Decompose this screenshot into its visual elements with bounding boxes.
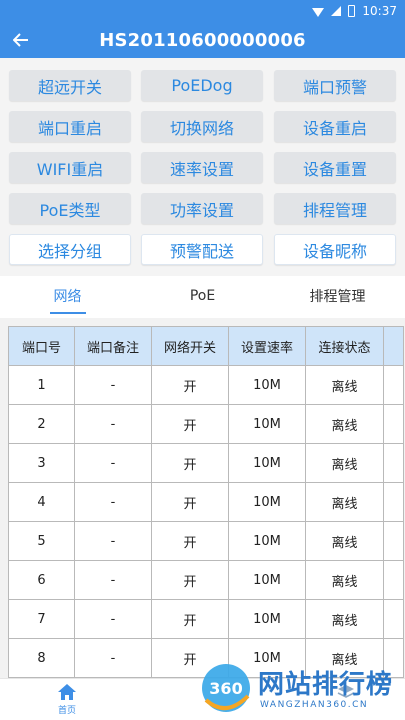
- tab-network[interactable]: 网络: [0, 276, 135, 316]
- network-switch[interactable]: 开: [151, 404, 229, 444]
- watermark-logo-text: 360: [209, 679, 242, 698]
- network-switch[interactable]: 开: [151, 482, 229, 522]
- port-number: 4: [8, 482, 75, 522]
- table-row[interactable]: 1 - 开 10M 离线: [8, 365, 404, 405]
- home-icon: [58, 684, 76, 700]
- row-overflow-cell: [383, 404, 404, 444]
- port-remark: -: [74, 560, 152, 600]
- row-overflow-cell: [383, 482, 404, 522]
- set-rate[interactable]: 10M: [228, 599, 306, 639]
- connection-status: 离线: [305, 560, 384, 600]
- page-title: HS20110600000006: [99, 29, 306, 51]
- port-remark: -: [74, 599, 152, 639]
- header-overflow: [383, 326, 404, 366]
- nav-home[interactable]: 首页: [37, 683, 97, 716]
- port-remark: -: [74, 521, 152, 561]
- signal-icon: [331, 6, 342, 16]
- port-remark: -: [74, 638, 152, 678]
- table-row[interactable]: 3 - 开 10M 离线: [8, 443, 404, 483]
- port-number: 5: [8, 521, 75, 561]
- watermark: 360 网站排行榜 WANGZHAN360.CN: [196, 656, 405, 720]
- port-remark: -: [74, 482, 152, 522]
- watermark-logo-icon: 360: [202, 664, 250, 712]
- battery-icon: [348, 5, 356, 17]
- header-port-remark: 端口备注: [74, 326, 152, 366]
- connection-status: 离线: [305, 521, 384, 561]
- watermark-url: WANGZHAN360.CN: [260, 700, 369, 710]
- header-set-rate: 设置速率: [228, 326, 306, 366]
- back-arrow-icon[interactable]: [10, 29, 32, 51]
- connection-status: 离线: [305, 482, 384, 522]
- port-number: 7: [8, 599, 75, 639]
- set-rate[interactable]: 10M: [228, 482, 306, 522]
- tab-bar: 网络 PoE 排程管理: [0, 276, 405, 316]
- port-number: 3: [8, 443, 75, 483]
- tab-poe[interactable]: PoE: [135, 276, 270, 316]
- port-table: 端口号 端口备注 网络开关 设置速率 连接状态 1 - 开 10M 离线 2 -…: [8, 326, 404, 678]
- table-row[interactable]: 6 - 开 10M 离线: [8, 560, 404, 600]
- table-row[interactable]: 4 - 开 10M 离线: [8, 482, 404, 522]
- network-switch[interactable]: 开: [151, 521, 229, 561]
- row-overflow-cell: [383, 599, 404, 639]
- row-overflow-cell: [383, 443, 404, 483]
- port-table-container[interactable]: 端口号 端口备注 网络开关 设置速率 连接状态 1 - 开 10M 离线 2 -…: [0, 318, 405, 678]
- connection-status: 离线: [305, 599, 384, 639]
- port-number: 8: [8, 638, 75, 678]
- port-number: 1: [8, 365, 75, 405]
- tab-schedule[interactable]: 排程管理: [270, 276, 405, 316]
- port-remark: -: [74, 404, 152, 444]
- table-row[interactable]: 5 - 开 10M 离线: [8, 521, 404, 561]
- network-switch[interactable]: 开: [151, 365, 229, 405]
- table-row[interactable]: 7 - 开 10M 离线: [8, 599, 404, 639]
- port-number: 6: [8, 560, 75, 600]
- nav-home-label: 首页: [57, 706, 76, 716]
- network-switch[interactable]: 开: [151, 443, 229, 483]
- status-time: 10:37: [362, 4, 397, 18]
- status-bar: 10:37: [0, 0, 405, 22]
- network-switch[interactable]: 开: [151, 599, 229, 639]
- row-overflow-cell: [383, 365, 404, 405]
- app-bar: HS20110600000006: [0, 22, 405, 58]
- wifi-icon: [312, 7, 325, 17]
- connection-status: 离线: [305, 443, 384, 483]
- set-rate[interactable]: 10M: [228, 443, 306, 483]
- port-remark: -: [74, 443, 152, 483]
- port-number: 2: [8, 404, 75, 444]
- connection-status: 离线: [305, 404, 384, 444]
- set-rate[interactable]: 10M: [228, 365, 306, 405]
- header-port-number: 端口号: [8, 326, 75, 366]
- set-rate[interactable]: 10M: [228, 560, 306, 600]
- watermark-brand: 网站排行榜: [258, 670, 394, 700]
- table-header-row: 端口号 端口备注 网络开关 设置速率 连接状态: [8, 326, 404, 366]
- action-grid: 超远开关 PoEDog 端口预警 端口重启 切换网络 设备重启 WIFI重启 速…: [0, 58, 405, 276]
- network-switch[interactable]: 开: [151, 560, 229, 600]
- action-grid-spacer: [0, 58, 405, 276]
- set-rate[interactable]: 10M: [228, 404, 306, 444]
- header-connection-status: 连接状态: [305, 326, 384, 366]
- header-network-switch: 网络开关: [151, 326, 229, 366]
- row-overflow-cell: [383, 560, 404, 600]
- connection-status: 离线: [305, 365, 384, 405]
- table-row[interactable]: 2 - 开 10M 离线: [8, 404, 404, 444]
- set-rate[interactable]: 10M: [228, 521, 306, 561]
- row-overflow-cell: [383, 521, 404, 561]
- port-remark: -: [74, 365, 152, 405]
